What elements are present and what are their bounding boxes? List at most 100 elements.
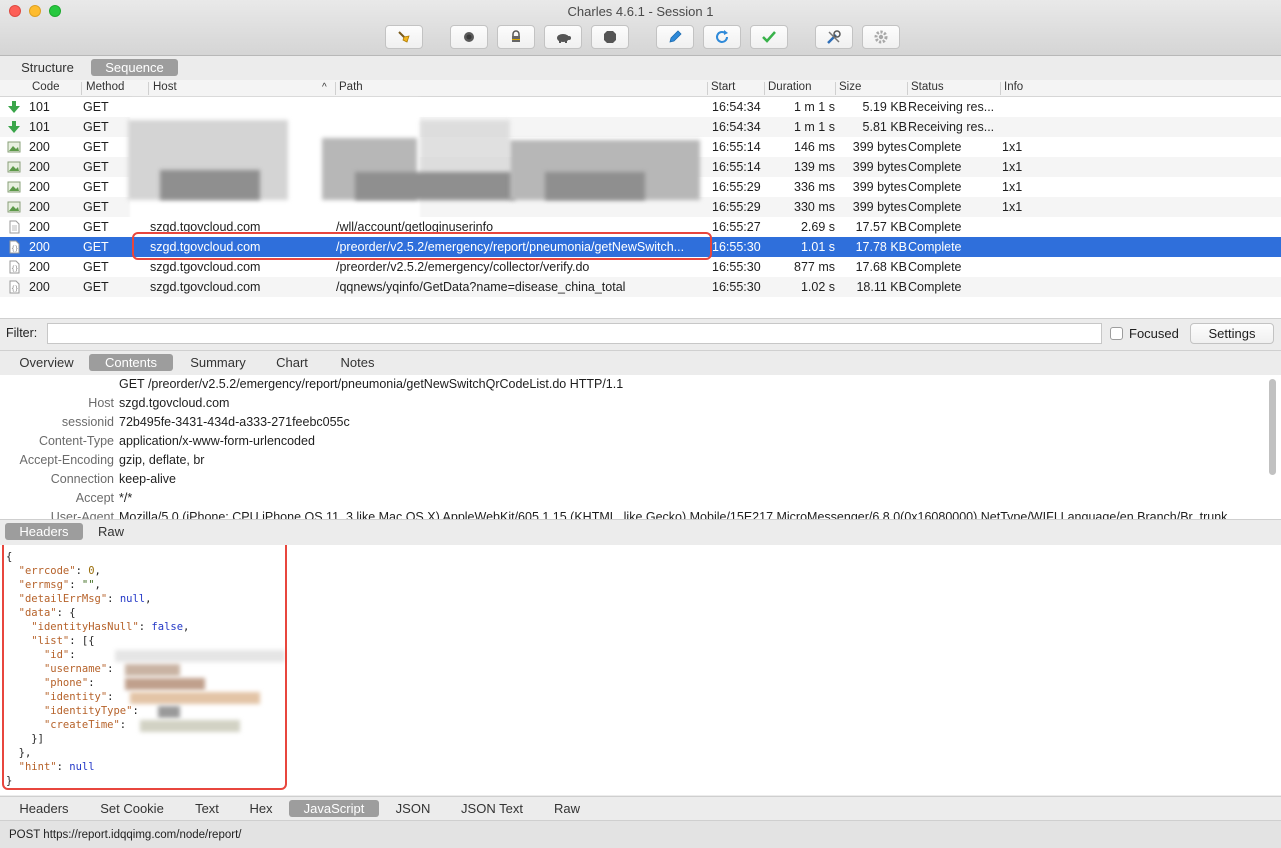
broom-icon bbox=[398, 31, 410, 43]
request-headers-pane: GET /preorder/v2.5.2/emergency/report/pn… bbox=[0, 375, 1281, 519]
column-header-code[interactable]: Code bbox=[32, 81, 60, 93]
tab-response-raw[interactable]: Raw bbox=[546, 800, 588, 817]
cell-start: 16:55:27 bbox=[712, 220, 761, 234]
cell-status: Complete bbox=[908, 280, 962, 294]
tools-icon bbox=[827, 30, 841, 44]
cell-duration: 336 ms bbox=[794, 180, 835, 194]
repeat-button[interactable] bbox=[703, 25, 741, 49]
download-arrow-icon bbox=[7, 100, 21, 114]
cell-status: Complete bbox=[908, 240, 962, 254]
response-view-tabs: Headers Set Cookie Text Hex JavaScript J… bbox=[0, 796, 1281, 820]
header-value: 72b495fe-3431-434d-a333-271feebc055c bbox=[119, 415, 350, 429]
cell-start: 16:54:34 bbox=[712, 120, 761, 134]
header-value: szgd.tgovcloud.com bbox=[119, 396, 230, 410]
record-button[interactable] bbox=[450, 25, 488, 49]
tab-response-headers[interactable]: Headers bbox=[10, 800, 78, 817]
cell-status: Receiving res... bbox=[908, 100, 995, 114]
cell-size: 399 bytes bbox=[852, 160, 907, 174]
request-header-row: Accept-Encoding gzip, deflate, br bbox=[0, 453, 1268, 472]
cell-path: /qqnews/yqinfo/GetData?name=disease_chin… bbox=[336, 280, 626, 294]
tab-hex[interactable]: Hex bbox=[240, 800, 282, 817]
tab-notes[interactable]: Notes bbox=[330, 354, 385, 371]
request-header-row: Connection keep-alive bbox=[0, 472, 1268, 491]
header-key: User-Agent bbox=[50, 510, 114, 519]
tab-request-headers[interactable]: Headers bbox=[5, 523, 83, 540]
cell-duration: 2.69 s bbox=[800, 220, 835, 234]
image-file-icon bbox=[7, 200, 21, 214]
tab-text[interactable]: Text bbox=[186, 800, 228, 817]
view-tabs: Structure Sequence bbox=[0, 57, 1281, 79]
tab-chart[interactable]: Chart bbox=[266, 354, 318, 371]
header-key: sessionid bbox=[61, 415, 114, 429]
cell-info: 1x1 bbox=[1002, 200, 1023, 214]
tab-json[interactable]: JSON bbox=[388, 800, 438, 817]
cell-code: 200 bbox=[29, 200, 50, 214]
column-header-status[interactable]: Status bbox=[911, 81, 944, 93]
header-value: application/x-www-form-urlencoded bbox=[119, 434, 315, 448]
tab-javascript[interactable]: JavaScript bbox=[289, 800, 379, 817]
tools-button[interactable] bbox=[815, 25, 853, 49]
turtle-icon bbox=[557, 34, 571, 43]
column-header-host[interactable]: Host bbox=[153, 81, 177, 93]
refresh-icon bbox=[716, 30, 728, 43]
settings-button[interactable]: Settings bbox=[1190, 323, 1274, 344]
header-key: Host bbox=[88, 396, 114, 410]
column-header-info[interactable]: Info bbox=[1004, 81, 1023, 93]
filter-input[interactable] bbox=[47, 323, 1102, 344]
tab-sequence[interactable]: Sequence bbox=[91, 59, 178, 76]
header-value: gzip, deflate, br bbox=[119, 453, 205, 467]
table-row[interactable]: {} 200 GET szgd.tgovcloud.com/preorder/v2.5… bbox=[0, 257, 1281, 277]
breakpoints-button[interactable] bbox=[591, 25, 629, 49]
pen-icon bbox=[669, 30, 682, 43]
tab-summary[interactable]: Summary bbox=[180, 354, 256, 371]
cell-start: 16:55:30 bbox=[712, 280, 761, 294]
column-header-start[interactable]: Start bbox=[711, 81, 735, 93]
validate-button[interactable] bbox=[750, 25, 788, 49]
cell-status: Complete bbox=[908, 160, 962, 174]
cell-info: 1x1 bbox=[1002, 140, 1023, 154]
header-key: Connection bbox=[50, 472, 114, 486]
redaction-blur bbox=[545, 172, 645, 200]
clear-session-button[interactable] bbox=[385, 25, 423, 49]
tab-set-cookie[interactable]: Set Cookie bbox=[90, 800, 174, 817]
cell-code: 101 bbox=[29, 120, 50, 134]
ssl-proxying-button[interactable] bbox=[497, 25, 535, 49]
settings-button-toolbar[interactable] bbox=[862, 25, 900, 49]
window-title: Charles 4.6.1 - Session 1 bbox=[567, 4, 714, 19]
table-header: Code Method Host ^ Path Start Duration S… bbox=[0, 80, 1281, 97]
request-header-row: Host szgd.tgovcloud.com bbox=[0, 396, 1268, 415]
column-header-duration[interactable]: Duration bbox=[768, 81, 811, 93]
compose-button[interactable] bbox=[656, 25, 694, 49]
cell-size: 17.68 KB bbox=[855, 260, 907, 274]
request-header-row: sessionid 72b495fe-3431-434d-a333-271feeb… bbox=[0, 415, 1268, 434]
cell-host: szgd.tgovcloud.com bbox=[150, 260, 261, 274]
record-icon bbox=[464, 32, 474, 42]
focused-label: Focused bbox=[1129, 326, 1179, 341]
cell-code: 200 bbox=[29, 180, 50, 194]
status-text: POST https://report.idqqimg.com/node/rep… bbox=[9, 829, 242, 841]
column-header-method[interactable]: Method bbox=[86, 81, 124, 93]
tab-request-raw[interactable]: Raw bbox=[90, 523, 132, 540]
cell-info: 1x1 bbox=[1002, 160, 1023, 174]
column-header-path[interactable]: Path bbox=[339, 81, 363, 93]
column-header-size[interactable]: Size bbox=[839, 81, 861, 93]
cell-status: Receiving res... bbox=[908, 120, 995, 134]
tab-contents[interactable]: Contents bbox=[89, 354, 173, 371]
sequence-table: Code Method Host ^ Path Start Duration S… bbox=[0, 80, 1281, 318]
table-row[interactable]: {} 200 GET szgd.tgovcloud.com/qqnews/yqinfo… bbox=[0, 277, 1281, 297]
request-header-row: Content-Type application/x-www-form-urlen… bbox=[0, 434, 1268, 453]
tab-json-text[interactable]: JSON Text bbox=[451, 800, 533, 817]
request-view-tabs: Headers Raw bbox=[0, 519, 1281, 545]
tab-overview[interactable]: Overview bbox=[10, 354, 83, 371]
cell-code: 200 bbox=[29, 220, 50, 234]
throttle-button[interactable] bbox=[544, 25, 582, 49]
cell-method: GET bbox=[83, 280, 109, 294]
cell-duration: 139 ms bbox=[794, 160, 835, 174]
focused-checkbox[interactable] bbox=[1110, 327, 1123, 340]
cell-duration: 1.01 s bbox=[800, 240, 835, 254]
response-body-pane: { "errcode": 0, "errmsg": "", "detailErr… bbox=[0, 545, 1281, 795]
request-line: GET /preorder/v2.5.2/emergency/report/pn… bbox=[0, 377, 1268, 396]
tab-structure[interactable]: Structure bbox=[10, 59, 85, 76]
sort-ascending-icon: ^ bbox=[322, 82, 327, 93]
request-pane-scrollbar[interactable] bbox=[1269, 379, 1276, 475]
